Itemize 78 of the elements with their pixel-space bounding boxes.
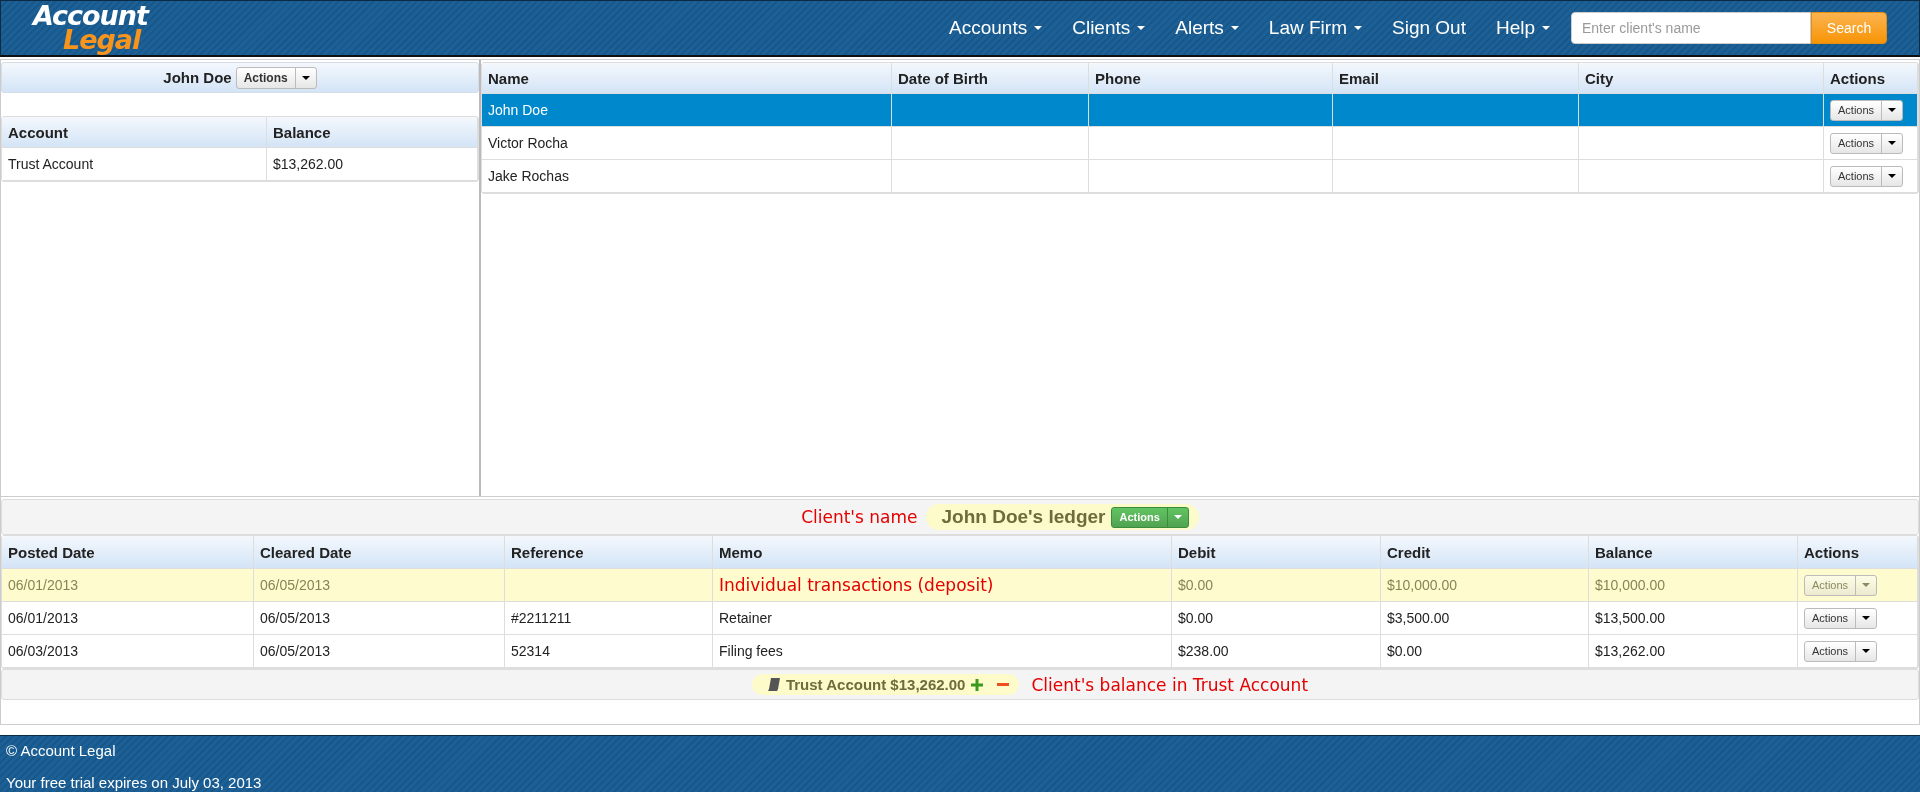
actions-button[interactable]: Actions — [1804, 607, 1878, 629]
table-cell: $13,262.00 — [1589, 635, 1798, 668]
nav-menu-item[interactable]: Accounts — [934, 17, 1058, 39]
nav-menu-item[interactable]: Sign Out — [1377, 17, 1481, 39]
table-cell: $0.00 — [1172, 569, 1381, 602]
table-cell: 06/05/2013 — [254, 602, 505, 635]
account-balance: Trust Account $13,262.00 — [785, 676, 966, 693]
table-cell: Filing fees — [713, 635, 1172, 668]
client-name-cell[interactable]: Jake Rochas — [482, 160, 892, 193]
table-cell: $10,000.00 — [1589, 569, 1798, 602]
nav-menu-item[interactable]: Clients — [1057, 17, 1161, 39]
actions-button[interactable]: Actions — [1830, 132, 1904, 154]
actions-button[interactable]: Actions — [235, 66, 317, 89]
caret-icon — [1862, 649, 1871, 653]
column-header: Reference — [505, 536, 713, 569]
caret-icon — [1888, 174, 1897, 178]
table-cell: $10,000.00 — [1381, 569, 1589, 602]
trial-notice: Your free trial expires on July 03, 2013 — [6, 774, 263, 792]
actions-button[interactable]: Actions — [1830, 99, 1904, 121]
copyright-text: © Account Legal — [6, 742, 117, 760]
client-name-cell[interactable]: John Doe — [482, 94, 892, 127]
minus-icon[interactable] — [997, 683, 1010, 686]
caret-icon — [1034, 26, 1043, 30]
caret-icon — [1862, 583, 1871, 587]
column-header: Date of Birth — [892, 63, 1089, 94]
plus-icon[interactable] — [971, 678, 984, 691]
column-header: Memo — [713, 536, 1172, 569]
caret-icon — [1137, 26, 1146, 30]
caret-icon — [1862, 616, 1871, 620]
nav-menu-item[interactable]: Help — [1480, 17, 1565, 39]
actions-button[interactable]: Actions — [1804, 574, 1878, 596]
table-cell: $0.00 — [1381, 635, 1589, 668]
caret-icon — [1542, 26, 1550, 30]
caret-icon — [1354, 26, 1362, 30]
ledger-title: John Doe's ledger — [941, 506, 1106, 528]
annotation-text: Individual transactions (deposit) — [719, 575, 994, 595]
actions-button[interactable]: Actions — [1830, 165, 1904, 187]
column-header: Actions — [1824, 63, 1918, 94]
table-cell: 06/05/2013 — [254, 569, 505, 602]
table-cell: 06/03/2013 — [2, 635, 254, 668]
column-header: Credit — [1381, 536, 1589, 569]
caret-icon — [1173, 515, 1182, 519]
column-header: Posted Date — [2, 536, 254, 569]
caret-icon — [1888, 141, 1897, 145]
table-cell: $238.00 — [1172, 635, 1381, 668]
column-header: City — [1579, 63, 1824, 94]
table-cell: $0.00 — [1172, 602, 1381, 635]
annotation-text: Client's balance in Trust Account — [1031, 674, 1309, 695]
column-header: Cleared Date — [254, 536, 505, 569]
table-cell: Trust Account — [2, 148, 267, 181]
client-name-cell[interactable]: Victor Rocha — [482, 127, 892, 160]
column-header: Name — [482, 63, 892, 94]
table-cell: 06/05/2013 — [254, 635, 505, 668]
column-header: Balance — [1589, 536, 1798, 569]
search-field[interactable]: Enter client's name — [1571, 12, 1811, 44]
annotation-text: Client's name — [801, 507, 918, 527]
caret-icon — [1888, 108, 1897, 112]
book-icon — [767, 678, 780, 691]
table-cell: 52314 — [505, 635, 713, 668]
table-cell: #2211211 — [505, 602, 713, 635]
nav-menu-item[interactable]: Law Firm — [1253, 17, 1377, 39]
caret-icon — [301, 75, 310, 80]
actions-button[interactable]: Actions — [1804, 640, 1878, 662]
table-cell: $13,500.00 — [1589, 602, 1798, 635]
column-header: Account — [2, 117, 267, 148]
column-header: Phone — [1089, 63, 1333, 94]
table-cell: 06/01/2013 — [2, 569, 254, 602]
table-cell: 06/01/2013 — [2, 602, 254, 635]
client-name: John Doe — [163, 69, 232, 86]
table-cell: $3,500.00 — [1381, 602, 1589, 635]
table-cell: Retainer — [713, 602, 1172, 635]
column-header: Email — [1333, 63, 1579, 94]
nav-menu-item[interactable]: Alerts — [1160, 17, 1254, 39]
caret-icon — [1230, 26, 1239, 30]
column-header: Debit — [1172, 536, 1381, 569]
table-cell: $13,262.00 — [267, 148, 478, 181]
column-header: Balance — [267, 117, 478, 148]
column-header: Actions — [1798, 536, 1918, 569]
